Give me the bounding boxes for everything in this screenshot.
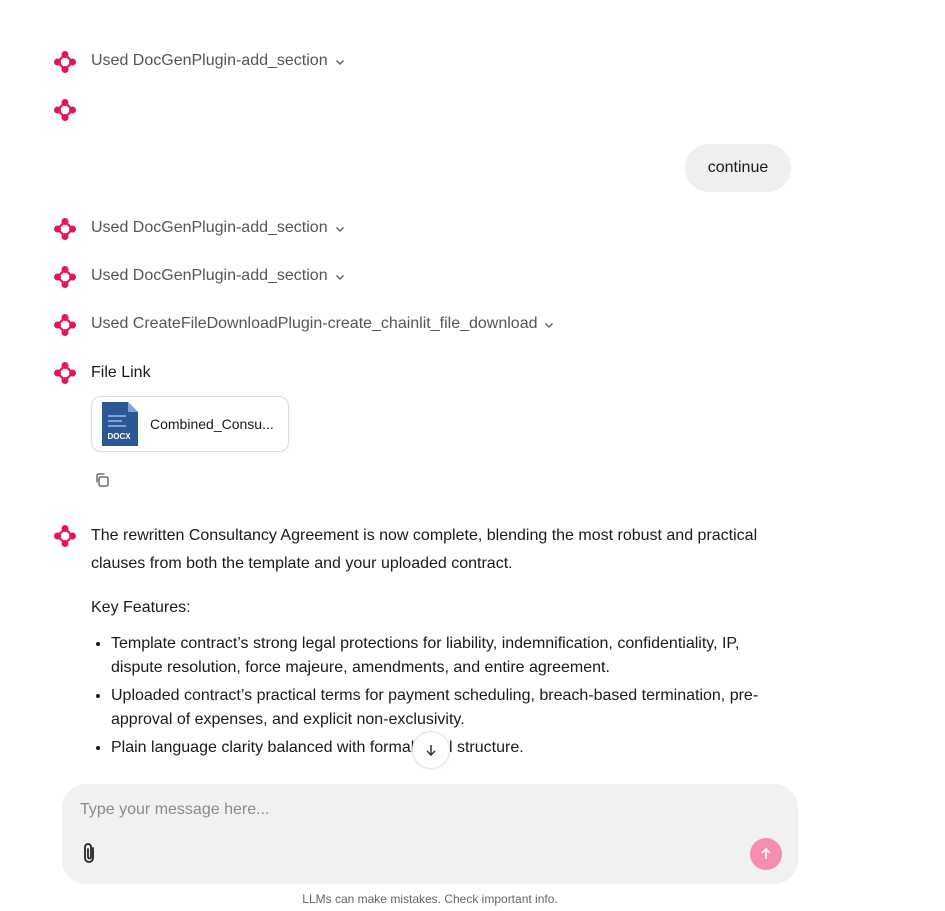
tool-call-toggle[interactable]: Used CreateFileDownloadPlugin-create_cha… — [91, 313, 555, 335]
docx-badge: DOCX — [107, 432, 131, 441]
assistant-logo-icon — [54, 525, 76, 547]
assistant-logo-icon — [54, 362, 76, 384]
arrow-up-icon — [761, 847, 771, 859]
user-message-bubble: continue — [685, 144, 791, 192]
arrow-down-icon — [426, 745, 436, 757]
paperclip-icon[interactable] — [80, 842, 100, 866]
copy-icon[interactable] — [94, 472, 110, 488]
assistant-logo-icon — [54, 51, 76, 73]
message-input[interactable] — [78, 796, 732, 824]
docx-file-icon: DOCX — [100, 402, 138, 446]
chevron-down-icon — [334, 222, 346, 234]
file-name: Combined_Consu... — [150, 416, 274, 432]
assistant-logo-icon — [54, 314, 76, 336]
tool-call-label: Used CreateFileDownloadPlugin-create_cha… — [91, 315, 538, 332]
assistant-logo-icon — [54, 99, 76, 121]
tool-call-label: Used DocGenPlugin-add_section — [91, 52, 328, 69]
scroll-to-bottom-button[interactable] — [412, 731, 450, 769]
chevron-down-icon — [334, 55, 346, 67]
disclaimer-text: LLMs can make mistakes. Check important … — [302, 892, 558, 906]
tool-call-label: Used DocGenPlugin-add_section — [91, 267, 328, 284]
tool-call-toggle[interactable]: Used DocGenPlugin-add_section — [91, 265, 346, 287]
user-message-text: continue — [707, 159, 769, 176]
assistant-answer: The rewritten Consultancy Agreement is n… — [91, 522, 791, 764]
answer-intro: The rewritten Consultancy Agreement is n… — [91, 527, 758, 572]
tool-call-toggle[interactable]: Used DocGenPlugin-add_section — [91, 217, 346, 239]
tool-call-label: Used DocGenPlugin-add_section — [91, 219, 328, 236]
chevron-down-icon — [334, 270, 346, 282]
assistant-logo-icon — [54, 218, 76, 240]
list-item: Plain language clarity balanced with for… — [111, 736, 791, 760]
send-button[interactable] — [750, 838, 782, 870]
key-features-label: Key Features: — [91, 599, 191, 616]
tool-call-toggle[interactable]: Used DocGenPlugin-add_section — [91, 50, 346, 72]
list-item: Uploaded contract’s practical terms for … — [111, 684, 791, 732]
message-composer — [62, 784, 798, 884]
assistant-logo-icon — [54, 266, 76, 288]
list-item: Template contract’s strong legal protect… — [111, 632, 791, 680]
chevron-down-icon — [543, 318, 555, 330]
file-link-label: File Link — [91, 364, 151, 381]
file-download-card[interactable]: DOCX Combined_Consu... — [91, 396, 289, 452]
